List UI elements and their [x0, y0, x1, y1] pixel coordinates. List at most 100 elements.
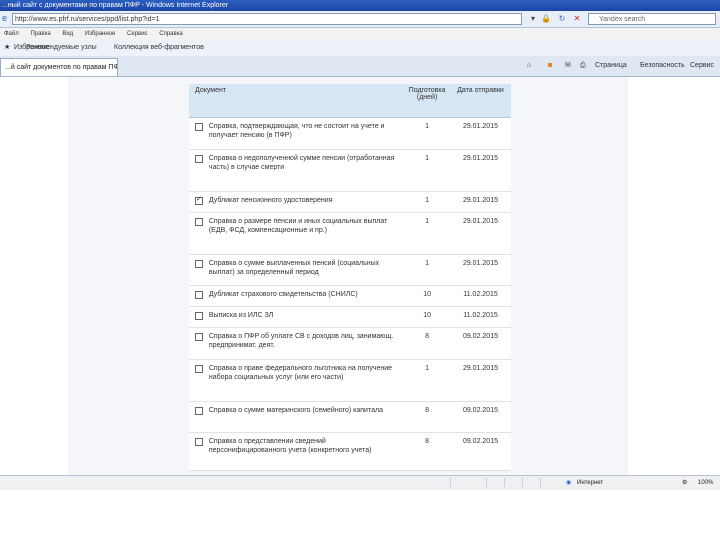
menu-file[interactable]: Файл — [4, 28, 19, 40]
table-row: Дубликат страхового свидетельства (СНИЛС… — [189, 285, 511, 307]
send-date: 29.01.2015 — [449, 254, 511, 286]
row-checkbox[interactable] — [189, 254, 208, 286]
checkbox[interactable] — [195, 260, 203, 268]
preparation-days: 10 — [404, 285, 450, 307]
send-date: 29.01.2015 — [449, 117, 511, 150]
status-zoom[interactable]: 100% — [698, 476, 713, 490]
row-checkbox[interactable] — [189, 401, 208, 433]
document-name: Справка о ПФР об уплате СВ с доходов лиц… — [207, 327, 405, 360]
table-row: Дубликат пенсионного удостоверения 1 29.… — [189, 191, 511, 213]
header-document: Документ — [189, 84, 405, 118]
fav-web-slice-gallery[interactable]: Коллекция веб-фрагментов — [114, 40, 204, 56]
documents-table: Документ Подготовка (дней) Дата отправки… — [189, 84, 511, 471]
send-date: 11.02.2015 — [449, 285, 511, 307]
status-zone: Интернет — [577, 480, 604, 486]
status-segment — [522, 478, 537, 487]
status-segment — [504, 478, 519, 487]
feeds-icon[interactable]: ◙ — [548, 61, 552, 71]
send-date: 29.01.2015 — [449, 359, 511, 402]
table-row: Справка о сумме материнского (семейного)… — [189, 401, 511, 433]
window-title: ...ный сайт с документами по правам ПФР … — [2, 2, 229, 9]
tab-row: ...й сайт документов по правам ПФР ⌂ ◙ ✉… — [0, 56, 720, 77]
preparation-days: 1 — [404, 117, 450, 150]
preparation-days: 1 — [404, 359, 450, 402]
checkbox[interactable] — [195, 333, 203, 341]
document-name: Дубликат страхового свидетельства (СНИЛС… — [207, 285, 405, 307]
home-icon[interactable]: ⌂ — [527, 61, 531, 71]
mail-icon[interactable]: ✉ — [565, 61, 571, 71]
dropdown-arrow-icon[interactable]: ▾ — [527, 13, 539, 25]
safety-menu[interactable]: Безопасность — [640, 61, 685, 71]
menu-edit[interactable]: Правка — [30, 28, 50, 40]
print-icon[interactable]: ⎙ — [580, 61, 586, 71]
row-checkbox[interactable] — [189, 306, 208, 328]
checkbox-checked[interactable] — [195, 195, 203, 205]
fav-suggested-sites[interactable]: Рекомендуемые узлы — [26, 40, 97, 56]
send-date: 29.01.2015 — [449, 191, 511, 213]
table-row: Справка о ПФР об уплате СВ с доходов лиц… — [189, 327, 511, 360]
row-checkbox[interactable] — [189, 327, 208, 360]
row-checkbox[interactable] — [189, 285, 208, 307]
checkbox[interactable] — [195, 312, 203, 320]
checkbox[interactable] — [195, 155, 203, 163]
table-header-row: Документ Подготовка (дней) Дата отправки — [189, 84, 511, 118]
favorites-star-icon[interactable]: ★ — [4, 40, 10, 56]
document-name: Справка о представлении сведений персони… — [207, 432, 405, 471]
window-title-bar: ...ный сайт с документами по правам ПФР … — [0, 0, 720, 11]
send-date: 09.02.2015 — [449, 401, 511, 433]
document-name: Справка, подтверждающая, что не состоит … — [207, 117, 405, 150]
checkbox[interactable] — [195, 407, 203, 415]
tools-menu[interactable]: Сервис — [690, 61, 714, 71]
checkbox[interactable] — [195, 123, 203, 131]
send-date: 09.02.2015 — [449, 432, 511, 471]
row-checkbox[interactable] — [189, 117, 208, 150]
preparation-days: 8 — [404, 432, 450, 471]
table-row: Справка о размере пенсии и иных социальн… — [189, 212, 511, 255]
preparation-days: 1 — [404, 254, 450, 286]
lock-icon[interactable]: 🔒 — [540, 13, 552, 25]
checkbox[interactable] — [195, 365, 203, 373]
refresh-icon[interactable]: ↻ — [556, 13, 568, 25]
checkbox[interactable] — [195, 218, 203, 226]
security-icon[interactable]: ⚙ — [682, 476, 687, 490]
table-row: Справка о недополученной сумме пенсии (о… — [189, 149, 511, 192]
preparation-days: 1 — [404, 212, 450, 255]
send-date: 09.02.2015 — [449, 327, 511, 360]
page-menu[interactable]: Страница — [595, 61, 627, 71]
globe-icon: ◉ — [566, 480, 572, 486]
menu-favorites[interactable]: Избранное — [85, 28, 115, 40]
preparation-days: 8 — [404, 401, 450, 433]
document-name: Справка о недополученной сумме пенсии (о… — [207, 149, 405, 192]
document-name: Справка о сумме выплаченных пенсий (соци… — [207, 254, 405, 286]
row-checkbox[interactable] — [189, 191, 208, 213]
row-checkbox[interactable] — [189, 432, 208, 471]
preparation-days: 1 — [404, 191, 450, 213]
search-input[interactable]: Yandex search — [588, 13, 716, 25]
status-segment — [486, 478, 501, 487]
table-row: Выписка из ИЛС ЗЛ 10 11.02.2015 — [189, 306, 511, 328]
document-name: Справка о праве федерального льготника н… — [207, 359, 405, 402]
document-name: Справка о сумме материнского (семейного)… — [207, 401, 405, 433]
row-checkbox[interactable] — [189, 149, 208, 192]
table-row: Справка о праве федерального льготника н… — [189, 359, 511, 402]
table-row: Справка о представлении сведений персони… — [189, 432, 511, 471]
menu-view[interactable]: Вид — [62, 28, 73, 40]
header-date: Дата отправки — [449, 84, 511, 118]
menu-tools[interactable]: Сервис — [127, 28, 148, 40]
stop-icon[interactable]: ✕ — [571, 13, 583, 25]
header-preparation: Подготовка (дней) — [404, 84, 450, 118]
checkbox[interactable] — [195, 438, 203, 446]
url-field[interactable]: http://www.es.pfrf.ru/services/ppd/list.… — [12, 13, 522, 25]
ie-page-icon: e — [2, 13, 8, 23]
status-segment — [540, 478, 555, 487]
row-checkbox[interactable] — [189, 212, 208, 255]
row-checkbox[interactable] — [189, 359, 208, 402]
checkbox[interactable] — [195, 291, 203, 299]
address-bar: e http://www.es.pfrf.ru/services/ppd/lis… — [0, 11, 720, 28]
document-name: Выписка из ИЛС ЗЛ — [207, 306, 405, 328]
favorites-bar: ★ Избранное Рекомендуемые узлы Коллекция… — [0, 40, 720, 57]
table-row: Справка, подтверждающая, что не состоит … — [189, 117, 511, 150]
menu-help[interactable]: Справка — [159, 28, 183, 40]
tab-current-page[interactable]: ...й сайт документов по правам ПФР — [0, 58, 118, 76]
send-date: 29.01.2015 — [449, 212, 511, 255]
